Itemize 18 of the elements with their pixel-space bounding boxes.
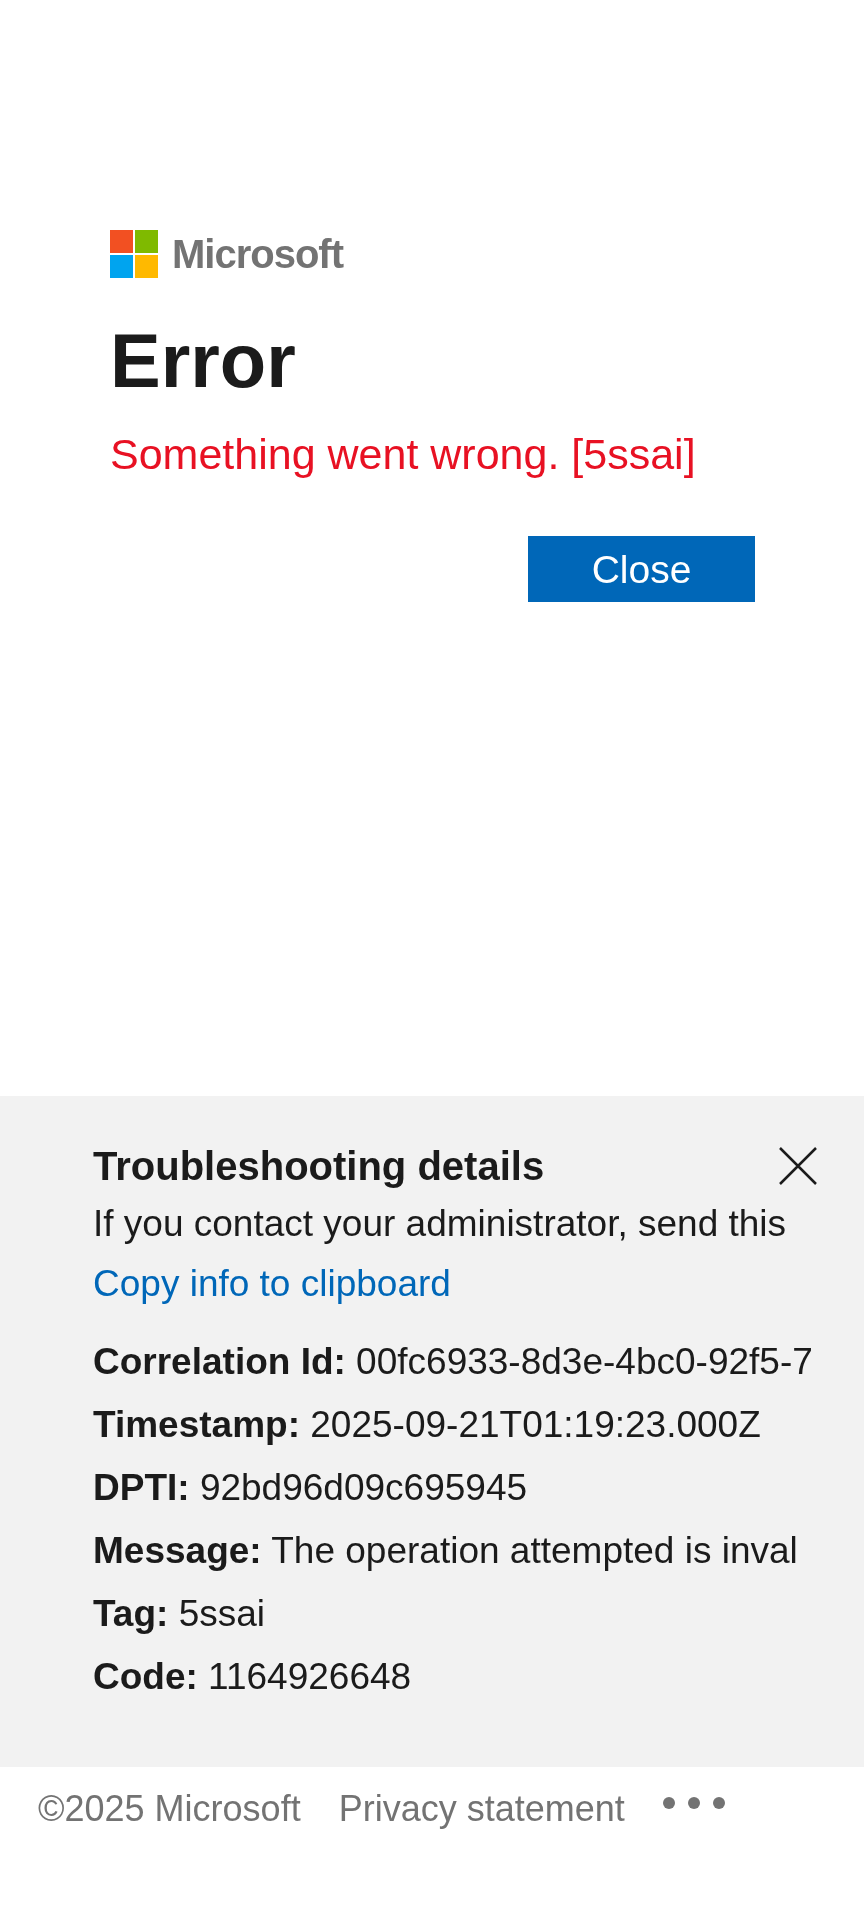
detail-line: Tag: 5ssai <box>93 1592 266 1636</box>
detail-line: Code: 1164926648 <box>93 1655 413 1699</box>
close-icon[interactable] <box>778 1146 818 1186</box>
section-title: Troubleshooting details <box>93 1143 545 1190</box>
detail-line: Timestamp: 2025-09-21T01:19:23.000Z <box>93 1403 762 1447</box>
footer-link[interactable]: Privacy statement <box>338 1791 625 1827</box>
logo-text: Microsoft <box>172 234 343 274</box>
detail-line: Correlation Id: 00fc6933-8d3e-4bc0-92f5-7 <box>93 1340 814 1384</box>
close-button[interactable]: Close <box>528 536 755 602</box>
detail-line: DPTI: 92bd96d09c695945 <box>93 1466 529 1510</box>
more-icon[interactable] <box>662 1796 725 1810</box>
copy-link[interactable]: Copy info to clipboard <box>93 1258 451 1310</box>
logo-icon <box>110 230 158 278</box>
detail-line: Message: The operation attempted is inval <box>93 1529 799 1573</box>
instruction-text: If you contact your administrator, send this <box>93 1202 788 1246</box>
error-message: Something went wrong. [5ssai] <box>110 433 697 476</box>
page-title: Error <box>110 323 297 399</box>
copyright-text: ©2025 Microsoft <box>38 1791 301 1827</box>
